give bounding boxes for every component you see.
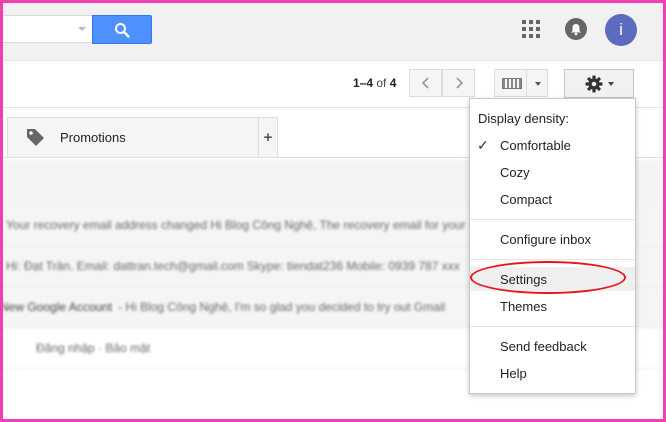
pagination-range: 1–4 xyxy=(353,76,374,90)
menu-item-comfortable[interactable]: ✓ Comfortable xyxy=(470,133,635,157)
display-density-heading: Display density: xyxy=(478,111,570,126)
menu-item-cozy[interactable]: Cozy xyxy=(470,160,635,184)
pagination-of: of xyxy=(376,76,387,90)
menu-item-settings[interactable]: Settings xyxy=(470,267,635,291)
input-tools-button[interactable] xyxy=(494,69,548,97)
notifications-bell-icon[interactable] xyxy=(565,18,587,40)
tab-promotions[interactable]: Promotions xyxy=(7,117,259,157)
apps-grid-icon[interactable] xyxy=(522,20,540,38)
gear-icon xyxy=(585,75,602,92)
menu-item-configure-inbox-label: Configure inbox xyxy=(500,231,592,247)
gear-chevron-down-icon xyxy=(607,81,614,86)
keyboard-icon xyxy=(502,77,522,89)
menu-item-help[interactable]: Help xyxy=(470,361,635,385)
menu-item-send-feedback-label: Send feedback xyxy=(500,338,587,354)
menu-divider xyxy=(470,259,635,260)
add-tab-button[interactable]: + xyxy=(259,117,278,157)
menu-item-help-label: Help xyxy=(500,365,527,381)
settings-gear-button[interactable] xyxy=(564,69,634,98)
menu-item-compact-label: Compact xyxy=(500,191,553,207)
email-snippet: Đăng nhập · Bảo mật xyxy=(36,341,151,355)
pagination-text: 1–4 of 4 xyxy=(353,76,396,90)
tag-icon xyxy=(27,128,44,146)
search-icon xyxy=(115,22,130,38)
menu-item-comfortable-label: Comfortable xyxy=(500,137,571,153)
menu-divider xyxy=(470,219,635,220)
chevron-right-icon xyxy=(455,77,463,89)
menu-item-send-feedback[interactable]: Send feedback xyxy=(470,334,635,358)
menu-item-themes[interactable]: Themes xyxy=(470,294,635,318)
menu-item-themes-label: Themes xyxy=(500,298,547,314)
search-options-caret-icon[interactable] xyxy=(78,27,86,31)
checkmark-icon: ✓ xyxy=(477,137,489,153)
bell-glyph-icon xyxy=(571,23,581,35)
email-snippet: Hi: Đạt Trần. Email: dattran.tech@gmail.… xyxy=(6,259,460,273)
search-button[interactable] xyxy=(92,15,152,44)
search-input[interactable] xyxy=(0,15,92,43)
menu-item-settings-label: Settings xyxy=(500,271,547,287)
email-sender: New Google Account xyxy=(0,300,113,314)
chevron-down-icon[interactable] xyxy=(535,82,541,86)
newer-button[interactable] xyxy=(409,69,442,97)
older-button[interactable] xyxy=(442,69,475,97)
tab-promotions-label: Promotions xyxy=(60,130,126,145)
email-snippet: Your recovery email address changed Hi B… xyxy=(6,218,466,232)
pagination-total: 4 xyxy=(389,76,397,90)
menu-divider xyxy=(470,326,635,327)
account-avatar[interactable]: i xyxy=(605,14,637,46)
top-header: i xyxy=(0,0,666,61)
menu-item-cozy-label: Cozy xyxy=(500,164,530,180)
email-snippet: - Hi Blog Công Nghệ, I'm so glad you dec… xyxy=(118,300,446,314)
settings-menu: Display density: ✓ Comfortable Cozy Comp… xyxy=(469,98,636,394)
menu-item-configure-inbox[interactable]: Configure inbox xyxy=(470,227,635,251)
input-tools-divider xyxy=(526,70,527,96)
menu-item-compact[interactable]: Compact xyxy=(470,187,635,211)
chevron-left-icon xyxy=(421,77,429,89)
